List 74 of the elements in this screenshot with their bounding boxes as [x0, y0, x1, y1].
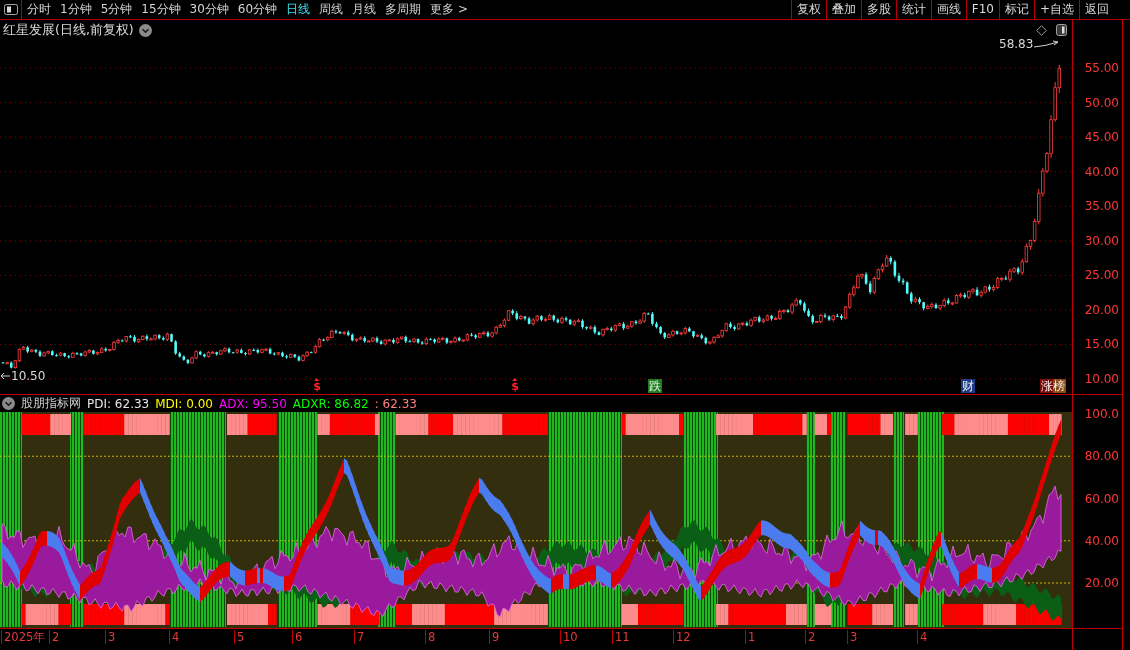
period-tab[interactable]: 多周期: [385, 0, 422, 19]
price-axis-label: 25.00: [1084, 268, 1119, 283]
toolbar-button[interactable]: 复权: [790, 0, 826, 19]
price-axis-label: 35.00: [1084, 199, 1119, 214]
period-tab[interactable]: 周线: [319, 0, 344, 19]
time-axis-label: 8: [425, 630, 436, 644]
time-axis-label: 2025年: [1, 630, 46, 644]
indicator-name: 股朋指标网: [21, 395, 81, 412]
toolbar-button[interactable]: F10: [965, 0, 999, 19]
indicator-reading: ADXR: 86.82: [292, 396, 369, 411]
time-axis-label: 10: [560, 630, 578, 644]
time-axis-label: 3: [847, 630, 858, 644]
low-price-label: 10.50: [11, 369, 46, 383]
up-triangle-icon: [512, 378, 518, 381]
period-tab[interactable]: 60分钟: [237, 0, 278, 19]
toolbar-button[interactable]: 画线: [930, 0, 966, 19]
price-axis-label: 40.00: [1084, 164, 1119, 179]
chevron-down-icon[interactable]: [2, 397, 15, 410]
price-axis-label: 50.00: [1084, 95, 1119, 110]
chevron-down-icon[interactable]: [138, 24, 152, 37]
price-axis-label: 20.00: [1084, 302, 1119, 317]
event-badge[interactable]: 跌: [648, 379, 662, 393]
time-axis-label: 4: [917, 630, 928, 644]
price-axis-label: 30.00: [1084, 233, 1119, 248]
arrow-right-icon: [1034, 39, 1060, 49]
period-tab[interactable]: 更多 >: [430, 0, 468, 19]
price-axis-label: 15.00: [1084, 337, 1119, 352]
indicator-reading: ADX: 95.50: [218, 396, 287, 411]
period-tab[interactable]: 30分钟: [189, 0, 229, 19]
toolbar-button[interactable]: 多股: [860, 0, 896, 19]
period-tab[interactable]: 分时: [27, 0, 51, 19]
toolbar-button[interactable]: 返回: [1079, 0, 1114, 19]
toolbar-button[interactable]: 叠加: [825, 0, 861, 19]
chart-title: 红星发展(日线,前复权): [3, 22, 134, 39]
price-axis-label: 10.00: [1084, 372, 1119, 386]
period-tab[interactable]: 月线: [352, 0, 377, 19]
up-triangle-icon: [314, 378, 320, 381]
indicator-reading: PDI: 62.33: [87, 396, 150, 411]
toolbar-button[interactable]: +自选: [1033, 0, 1079, 19]
toolbar-button[interactable]: 统计: [895, 0, 931, 19]
indicator-axis-label: 60.00: [1084, 491, 1119, 506]
time-axis-label: 6: [292, 630, 303, 644]
rank-badge[interactable]: 涨榜: [1040, 379, 1066, 393]
indicator-reading: : 62.33: [374, 396, 417, 411]
time-axis-label: 11: [612, 630, 630, 644]
time-axis-label: 4: [169, 630, 180, 644]
panel-icon: [3, 4, 18, 15]
time-axis-label: 3: [105, 630, 116, 644]
indicator-axis-label: 20.00: [1084, 576, 1119, 590]
price-axis-label: 55.00: [1084, 61, 1119, 75]
time-axis-label: 2: [805, 630, 816, 644]
time-axis-label: 2: [49, 630, 60, 644]
time-axis-label: 5: [234, 630, 245, 644]
arrow-left-icon: [0, 372, 10, 380]
indicator-axis-label: 40.00: [1084, 533, 1119, 548]
panel-icon[interactable]: [1056, 24, 1067, 36]
dollar-marker[interactable]: $: [511, 381, 519, 392]
high-price-label: 58.83: [999, 37, 1034, 51]
period-tab[interactable]: 15分钟: [141, 0, 181, 19]
period-tab[interactable]: 5分钟: [100, 0, 133, 19]
period-tab[interactable]: 日线: [286, 0, 311, 19]
time-axis-label: 7: [354, 630, 365, 644]
indicator-reading: MDI: 0.00: [155, 396, 213, 411]
dollar-marker[interactable]: $: [313, 381, 321, 392]
time-axis-label: 1: [745, 630, 756, 644]
indicator-axis-label: 100.0: [1084, 407, 1119, 421]
price-axis-label: 45.00: [1084, 130, 1119, 145]
diamond-icon[interactable]: [1036, 24, 1047, 36]
indicator-axis-label: 80.00: [1084, 449, 1119, 464]
period-tab[interactable]: 1分钟: [60, 0, 92, 19]
toolbar-button[interactable]: 标记: [998, 0, 1034, 19]
time-axis-label: 12: [673, 630, 691, 644]
event-badge[interactable]: 财: [961, 379, 975, 393]
time-axis-label: 9: [489, 630, 500, 644]
